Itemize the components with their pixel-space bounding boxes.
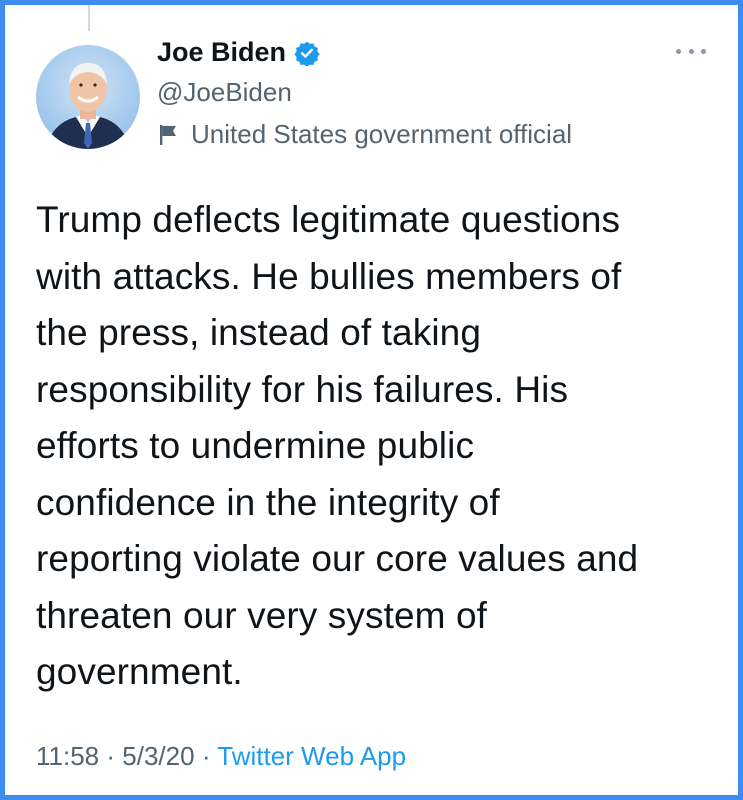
government-label-text: United States government official (191, 119, 573, 149)
avatar-image (36, 45, 140, 149)
more-dot (676, 48, 681, 54)
tweet-line: government. (36, 651, 243, 692)
author-display-name[interactable]: Joe Biden (157, 37, 286, 68)
tweet-time[interactable]: 11:58 (36, 741, 99, 771)
flag-icon (157, 122, 181, 148)
tweet-date[interactable]: 5/3/20 (122, 741, 194, 771)
thread-connector-line (88, 5, 90, 31)
meta-separator: · (106, 741, 116, 771)
tweet-line: threaten our very system of (36, 594, 487, 636)
tweet-metadata: 11:58 · 5/3/20 · Twitter Web App (36, 741, 406, 772)
meta-separator: · (201, 741, 211, 771)
avatar[interactable] (36, 45, 140, 149)
tweet-line: with attacks. He bullies members of (36, 255, 622, 297)
tweet-line: efforts to undermine public (36, 425, 475, 466)
more-dot (701, 48, 706, 54)
more-options-icon[interactable] (676, 41, 706, 61)
tweet-text: Trump deflects legitimate questions with… (36, 192, 726, 701)
tweet-source-link[interactable]: Twitter Web App (217, 741, 406, 771)
tweet-line: Trump deflects legitimate questions (36, 199, 621, 240)
tweet-line: the press, instead of taking (36, 312, 482, 353)
tweet-line: reporting violate our core values and (36, 538, 639, 579)
tweet-line: confidence in the integrity of (36, 481, 500, 523)
screenshot-frame: Joe Biden @JoeBiden United States govern… (0, 0, 743, 800)
more-dot (688, 48, 694, 54)
government-label: United States government official (157, 119, 572, 150)
verified-badge-icon (294, 40, 320, 67)
author-name-row: Joe Biden (157, 37, 320, 68)
tweet-line: responsibility for his failures. His (36, 368, 569, 410)
author-handle[interactable]: @JoeBiden (157, 77, 292, 108)
